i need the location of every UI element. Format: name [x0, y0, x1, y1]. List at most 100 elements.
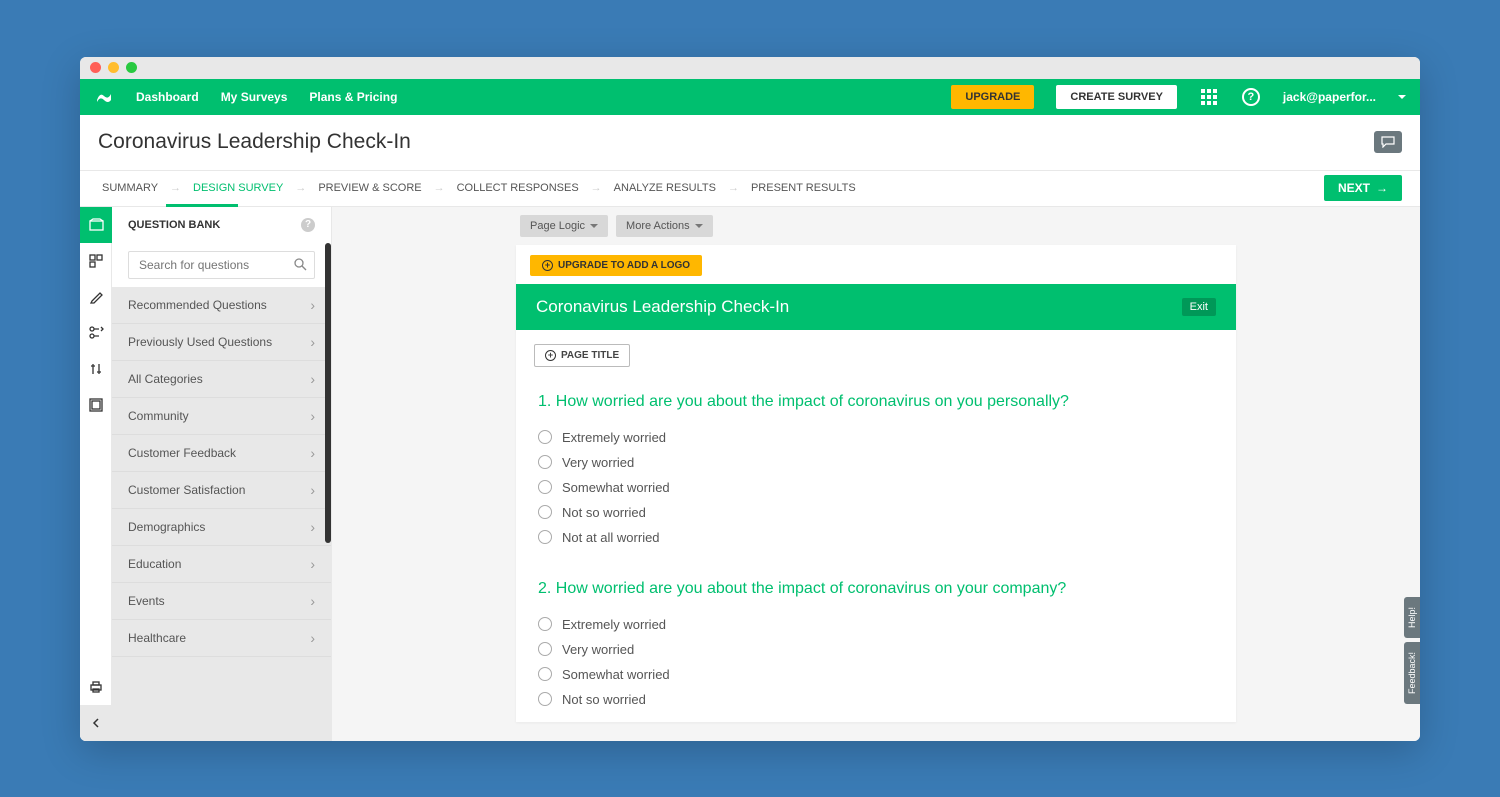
next-label: NEXT [1338, 181, 1370, 195]
radio-icon [538, 505, 552, 519]
sidebar-title: QUESTION BANK [128, 219, 301, 231]
tab-present-results[interactable]: PRESENT RESULTS [747, 182, 860, 194]
survey-name: Coronavirus Leadership Check-In [98, 130, 1374, 154]
chevron-right-icon: → [591, 182, 602, 194]
chevron-right-icon: › [310, 371, 315, 387]
help-tab[interactable]: Help! [1404, 597, 1420, 638]
chat-button[interactable] [1374, 131, 1402, 153]
category-healthcare[interactable]: Healthcare› [112, 620, 331, 657]
category-education[interactable]: Education› [112, 546, 331, 583]
nav-plans-pricing[interactable]: Plans & Pricing [309, 90, 397, 104]
chevron-right-icon: › [310, 445, 315, 461]
sidebar-help-icon[interactable]: ? [301, 218, 315, 232]
feedback-tab[interactable]: Feedback! [1404, 642, 1420, 704]
category-recommended[interactable]: Recommended Questions› [112, 287, 331, 324]
survey-card: + UPGRADE TO ADD A LOGO Coronavirus Lead… [516, 245, 1236, 722]
radio-icon [538, 455, 552, 469]
chevron-right-icon: → [295, 182, 306, 194]
nav-dashboard[interactable]: Dashboard [136, 90, 199, 104]
create-survey-button[interactable]: CREATE SURVEY [1056, 85, 1177, 109]
survey-canvas: Page Logic More Actions + UPGRADE TO ADD… [332, 207, 1420, 741]
rail-print[interactable] [80, 669, 112, 705]
chevron-down-icon[interactable] [1398, 95, 1406, 99]
window-maximize-button[interactable] [126, 62, 137, 73]
chevron-right-icon: → [434, 182, 445, 194]
search-input[interactable] [128, 251, 315, 279]
radio-icon [538, 667, 552, 681]
category-community[interactable]: Community› [112, 398, 331, 435]
rail-themes[interactable] [80, 387, 112, 423]
question-2[interactable]: 2. How worried are you about the impact … [516, 560, 1236, 722]
rail-builder[interactable] [80, 243, 112, 279]
page-title-button[interactable]: + PAGE TITLE [534, 344, 630, 367]
question-option[interactable]: Not at all worried [538, 525, 1214, 550]
workflow-tabs: SUMMARY → DESIGN SURVEY → PREVIEW & SCOR… [80, 171, 1420, 207]
page-logic-button[interactable]: Page Logic [520, 215, 608, 237]
sidebar-categories: Recommended Questions› Previously Used Q… [112, 287, 331, 741]
category-customer-satisfaction[interactable]: Customer Satisfaction› [112, 472, 331, 509]
question-option[interactable]: Not so worried [538, 500, 1214, 525]
nav-my-surveys[interactable]: My Surveys [221, 90, 288, 104]
question-option[interactable]: Very worried [538, 637, 1214, 662]
plus-circle-icon: + [542, 260, 553, 271]
logo-icon[interactable] [94, 87, 114, 107]
question-title: 2. How worried are you about the impact … [538, 580, 1214, 598]
question-option[interactable]: Extremely worried [538, 425, 1214, 450]
tab-summary[interactable]: SUMMARY [98, 182, 162, 194]
user-menu[interactable]: jack@paperfor... [1283, 90, 1376, 104]
rail-logic[interactable] [80, 315, 112, 351]
survey-title-bar: Coronavirus Leadership Check-In Exit [516, 284, 1236, 330]
sidebar-scrollbar[interactable] [325, 243, 331, 543]
survey-title-text[interactable]: Coronavirus Leadership Check-In [536, 297, 1182, 317]
sidebar-search-wrap [112, 243, 331, 287]
category-demographics[interactable]: Demographics› [112, 509, 331, 546]
chevron-right-icon: › [310, 630, 315, 646]
tab-collect-responses[interactable]: COLLECT RESPONSES [453, 182, 583, 194]
chevron-right-icon: → [170, 182, 181, 194]
radio-icon [538, 530, 552, 544]
side-tabs: Help! Feedback! [1404, 597, 1420, 704]
category-customer-feedback[interactable]: Customer Feedback› [112, 435, 331, 472]
plus-circle-icon: + [545, 350, 556, 361]
question-option[interactable]: Not so worried [538, 687, 1214, 712]
sidebar-question-bank: QUESTION BANK ? Recommended Questions› P… [112, 207, 332, 741]
caret-down-icon [695, 224, 703, 228]
question-option[interactable]: Somewhat worried [538, 662, 1214, 687]
upgrade-add-logo-button[interactable]: + UPGRADE TO ADD A LOGO [530, 255, 702, 276]
question-option[interactable]: Very worried [538, 450, 1214, 475]
caret-down-icon [590, 224, 598, 228]
radio-icon [538, 692, 552, 706]
rail-options[interactable] [80, 351, 112, 387]
radio-icon [538, 480, 552, 494]
chevron-right-icon: › [310, 519, 315, 535]
apps-grid-icon[interactable] [1199, 87, 1219, 107]
exit-button[interactable]: Exit [1182, 298, 1216, 316]
top-navigation: Dashboard My Surveys Plans & Pricing UPG… [80, 79, 1420, 115]
next-button[interactable]: NEXT → [1324, 175, 1402, 201]
chevron-right-icon: › [310, 334, 315, 350]
rail-question-bank[interactable] [80, 207, 112, 243]
question-1[interactable]: 1. How worried are you about the impact … [516, 373, 1236, 560]
rail-collapse-button[interactable] [80, 705, 112, 741]
category-previously-used[interactable]: Previously Used Questions› [112, 324, 331, 361]
chevron-right-icon: › [310, 482, 315, 498]
rail-appearance[interactable] [80, 279, 112, 315]
upgrade-button[interactable]: UPGRADE [951, 85, 1034, 109]
radio-icon [538, 642, 552, 656]
tab-preview-score[interactable]: PREVIEW & SCORE [314, 182, 425, 194]
question-option[interactable]: Extremely worried [538, 612, 1214, 637]
more-actions-button[interactable]: More Actions [616, 215, 713, 237]
chevron-right-icon: › [310, 556, 315, 572]
sidebar-header: QUESTION BANK ? [112, 207, 331, 243]
left-icon-rail [80, 207, 112, 741]
category-all[interactable]: All Categories› [112, 361, 331, 398]
chevron-right-icon: › [310, 297, 315, 313]
help-icon[interactable]: ? [1241, 87, 1261, 107]
tab-analyze-results[interactable]: ANALYZE RESULTS [610, 182, 720, 194]
question-option[interactable]: Somewhat worried [538, 475, 1214, 500]
window-close-button[interactable] [90, 62, 101, 73]
search-icon[interactable] [293, 257, 307, 276]
window-minimize-button[interactable] [108, 62, 119, 73]
category-events[interactable]: Events› [112, 583, 331, 620]
tab-design-survey[interactable]: DESIGN SURVEY [189, 182, 287, 194]
